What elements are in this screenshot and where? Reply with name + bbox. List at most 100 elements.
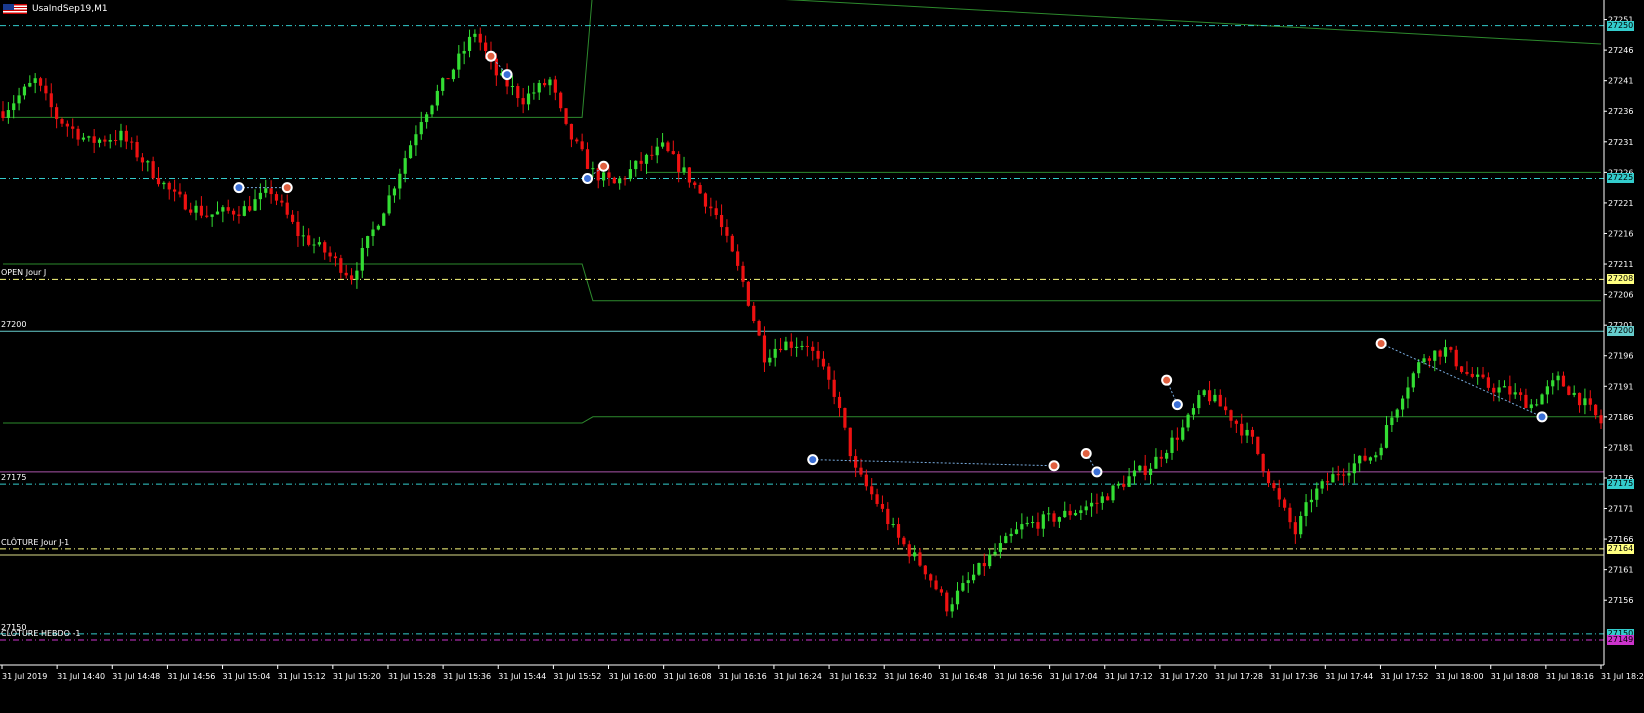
candle-body (1041, 514, 1045, 529)
x-tick-label: 31 Jul 2019 (2, 672, 47, 681)
y-tick-label: 27236 (1608, 107, 1633, 116)
candle (344, 264, 348, 279)
candle-body (55, 107, 59, 120)
candle-body (821, 358, 826, 367)
candle (457, 45, 461, 79)
candle-body (1095, 502, 1099, 504)
candle-body (1127, 476, 1131, 487)
candle-body (1336, 474, 1340, 476)
candle-body (1181, 427, 1185, 440)
candle-body (1449, 347, 1453, 350)
candle-body (650, 154, 654, 156)
candle-body (768, 357, 772, 363)
candle (1197, 390, 1201, 415)
candle-body (575, 139, 579, 142)
trade-link-6 (1380, 343, 1543, 418)
candle (1148, 462, 1153, 485)
candle (1122, 475, 1126, 491)
candle (1454, 345, 1458, 370)
candle (1492, 383, 1496, 402)
candle (891, 517, 895, 528)
reference-line-upper (3, 0, 1602, 118)
candle-body (205, 215, 209, 217)
candle-body (687, 167, 691, 183)
candle-body (634, 160, 638, 170)
candle-body (988, 554, 992, 567)
level-label-r27175: 27175 (1, 473, 27, 483)
candle-body (28, 82, 32, 87)
candle-body (612, 177, 616, 184)
candle-body (1492, 387, 1496, 393)
candle-body (1116, 483, 1120, 486)
candle (1218, 389, 1222, 407)
candle (1240, 413, 1244, 444)
candle (510, 75, 515, 96)
candle-body (462, 50, 466, 54)
candle (398, 168, 402, 200)
candle-body (1443, 347, 1448, 357)
candle-body (896, 524, 901, 538)
candle-body (1256, 436, 1260, 454)
candle-body (1556, 375, 1560, 381)
candle-body (1599, 415, 1603, 424)
candle (585, 142, 590, 170)
candle (1556, 371, 1560, 391)
candle-body (644, 154, 649, 164)
candle (1368, 456, 1373, 464)
candle-body (178, 191, 182, 195)
candle (1089, 492, 1094, 517)
candle-body (891, 524, 895, 526)
candle (569, 123, 574, 148)
candle-body (1293, 522, 1297, 535)
candle (971, 564, 976, 584)
candle-body (736, 251, 740, 266)
candle (612, 176, 616, 184)
candle-body (60, 119, 64, 124)
candle-body (1272, 483, 1276, 489)
candle (1, 101, 5, 122)
candle (923, 565, 927, 580)
trade-link-3 (812, 459, 1055, 467)
candle-body (478, 33, 482, 43)
candle (38, 76, 43, 92)
candle-body (1079, 510, 1083, 514)
candle (146, 159, 150, 172)
x-tick-label: 31 Jul 15:28 (388, 672, 436, 681)
candle-body (1052, 513, 1056, 522)
candle (1363, 448, 1367, 462)
candle (414, 125, 418, 156)
candle (92, 128, 96, 154)
candle-body (296, 221, 300, 237)
candle-body (1304, 502, 1308, 517)
candle (709, 197, 713, 217)
candle-body (816, 350, 820, 359)
candle-body (307, 235, 311, 245)
candle (875, 488, 879, 507)
candle (741, 261, 745, 288)
candle (564, 108, 568, 126)
candle (307, 228, 311, 247)
candle-body (269, 188, 273, 195)
candle-body (130, 141, 134, 143)
candle (1068, 504, 1072, 520)
candle-body (762, 335, 767, 363)
candle-body (837, 396, 842, 409)
candle-body (1529, 404, 1533, 409)
candle (1293, 516, 1297, 544)
candle (1213, 388, 1217, 403)
candle-body (1331, 474, 1335, 483)
candle-body (1342, 474, 1346, 476)
candle-body (140, 157, 145, 163)
candle-body (1283, 499, 1287, 508)
y-tick-label: 27186 (1608, 413, 1633, 422)
trade-marker-dot (600, 162, 608, 170)
candle (548, 76, 552, 96)
price-chart[interactable]: 2715627161271662717127176271812718627191… (0, 0, 1644, 713)
candle-body (703, 193, 708, 207)
candle-body (441, 78, 445, 91)
candle-body (789, 341, 793, 348)
candle-body (1540, 394, 1544, 405)
candle (1379, 443, 1383, 460)
candle-body (800, 345, 804, 347)
candle (805, 336, 809, 357)
